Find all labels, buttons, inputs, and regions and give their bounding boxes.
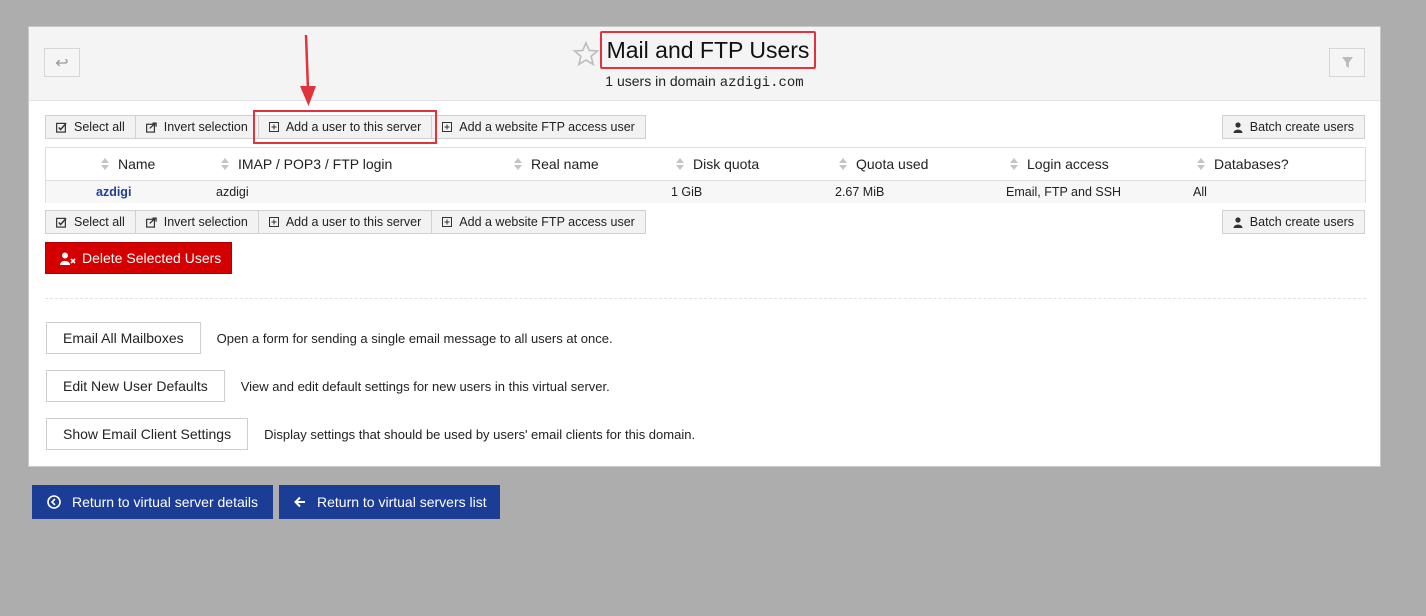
column-header-login[interactable]: IMAP / POP3 / FTP login xyxy=(221,148,392,180)
sort-icon xyxy=(221,157,229,171)
action-row-user-defaults: Edit New User Defaults View and edit def… xyxy=(46,370,610,402)
sort-icon xyxy=(1010,157,1018,171)
add-user-button[interactable]: Add a user to this server xyxy=(257,210,433,234)
email-all-mailboxes-button[interactable]: Email All Mailboxes xyxy=(46,322,201,354)
show-email-client-settings-description: Display settings that should be used by … xyxy=(264,426,696,442)
batch-wrapper-top: Batch create users xyxy=(1221,115,1365,139)
column-header-databases[interactable]: Databases? xyxy=(1197,148,1289,180)
column-header-real-name[interactable]: Real name xyxy=(514,148,599,180)
arrow-left-icon xyxy=(294,496,306,508)
user-icon xyxy=(1233,216,1243,228)
show-email-client-settings-button[interactable]: Show Email Client Settings xyxy=(46,418,249,450)
subtitle-domain: azdigi.com xyxy=(719,75,804,91)
email-all-mailboxes-description: Open a form for sending a single email m… xyxy=(216,330,613,346)
batch-create-label: Batch create users xyxy=(1249,215,1354,229)
select-all-button[interactable]: Select all xyxy=(45,115,136,139)
page-subtitle: 1 users in domain azdigi.com xyxy=(29,73,1380,91)
return-to-servers-list-label: Return to virtual servers list xyxy=(317,494,487,510)
return-to-server-details-button[interactable]: Return to virtual server details xyxy=(32,485,273,519)
cell-databases: All xyxy=(1193,185,1207,199)
sort-icon xyxy=(839,157,847,171)
invert-selection-button[interactable]: Invert selection xyxy=(134,210,259,234)
batch-create-button[interactable]: Batch create users xyxy=(1221,115,1365,139)
table-row[interactable]: azdigi azdigi 1 GiB 2.67 MiB Email, FTP … xyxy=(46,181,1365,203)
user-icon xyxy=(1233,121,1243,133)
invert-selection-label: Invert selection xyxy=(163,120,248,134)
add-ftp-user-label: Add a website FTP access user xyxy=(459,120,635,134)
plus-square-icon xyxy=(268,217,279,227)
batch-create-label: Batch create users xyxy=(1249,120,1354,134)
plus-square-icon xyxy=(268,122,279,132)
page-title: Mail and FTP Users xyxy=(606,36,810,63)
column-header-name[interactable]: Name xyxy=(101,148,155,180)
filter-button[interactable] xyxy=(1329,48,1365,77)
annotation-arrow-icon xyxy=(300,34,316,106)
main-panel: ↩ Mail and FTP Users 1 users in domain a… xyxy=(28,26,1381,467)
invert-selection-label: Invert selection xyxy=(163,215,248,229)
user-delete-icon xyxy=(60,252,76,265)
sort-icon xyxy=(514,157,522,171)
add-ftp-user-button[interactable]: Add a website FTP access user xyxy=(431,115,646,139)
circle-arrow-left-icon xyxy=(47,495,61,509)
section-divider xyxy=(45,298,1366,299)
action-row-client-settings: Show Email Client Settings Display setti… xyxy=(46,418,695,450)
edit-new-user-defaults-description: View and edit default settings for new u… xyxy=(240,378,610,394)
title-highlight-box: Mail and FTP Users xyxy=(600,31,816,69)
batch-create-button[interactable]: Batch create users xyxy=(1221,210,1365,234)
delete-selected-users-button[interactable]: Delete Selected Users xyxy=(45,242,232,274)
return-arrow-icon: ↩ xyxy=(55,54,69,72)
column-header-login-access[interactable]: Login access xyxy=(1010,148,1109,180)
select-all-label: Select all xyxy=(74,215,125,229)
subtitle-text: 1 users in domain xyxy=(605,73,720,89)
share-square-icon xyxy=(145,216,157,228)
sort-icon xyxy=(1197,157,1205,171)
table-header: Name IMAP / POP3 / FTP login Real name D… xyxy=(46,148,1365,181)
panel-header: ↩ Mail and FTP Users 1 users in domain a… xyxy=(29,27,1380,101)
cell-login: azdigi xyxy=(216,185,249,199)
plus-square-icon xyxy=(442,217,453,227)
return-to-servers-list-button[interactable]: Return to virtual servers list xyxy=(279,485,500,519)
cell-disk-quota: 1 GiB xyxy=(671,185,703,199)
column-header-quota-used[interactable]: Quota used xyxy=(839,148,928,180)
cell-login-access: Email, FTP and SSH xyxy=(1006,185,1122,199)
batch-wrapper-bottom: Batch create users xyxy=(1221,210,1365,234)
sort-icon xyxy=(676,157,684,171)
sort-icon xyxy=(101,157,109,171)
add-ftp-user-label: Add a website FTP access user xyxy=(459,215,635,229)
star-icon[interactable] xyxy=(572,40,600,68)
share-square-icon xyxy=(145,121,157,133)
add-user-button[interactable]: Add a user to this server xyxy=(252,110,438,144)
check-square-icon xyxy=(56,122,67,133)
cell-quota-used: 2.67 MiB xyxy=(835,185,885,199)
action-row-email-all: Email All Mailboxes Open a form for send… xyxy=(46,322,613,354)
top-toolbar: Select all Invert selection Add a user t… xyxy=(45,110,646,144)
filter-icon xyxy=(1341,57,1353,68)
add-user-label: Add a user to this server xyxy=(285,120,422,134)
add-user-label: Add a user to this server xyxy=(285,215,422,229)
invert-selection-button[interactable]: Invert selection xyxy=(134,115,259,139)
column-header-disk-quota[interactable]: Disk quota xyxy=(676,148,759,180)
check-square-icon xyxy=(56,217,67,228)
users-table: Name IMAP / POP3 / FTP login Real name D… xyxy=(45,147,1366,203)
user-name-link[interactable]: azdigi xyxy=(96,181,131,203)
return-to-server-details-label: Return to virtual server details xyxy=(72,494,258,510)
select-all-label: Select all xyxy=(74,120,125,134)
plus-square-icon xyxy=(442,122,453,132)
edit-new-user-defaults-button[interactable]: Edit New User Defaults xyxy=(46,370,225,402)
add-ftp-user-button[interactable]: Add a website FTP access user xyxy=(431,210,646,234)
bottom-toolbar: Select all Invert selection Add a user t… xyxy=(45,210,646,234)
select-all-button[interactable]: Select all xyxy=(45,210,136,234)
delete-selected-users-label: Delete Selected Users xyxy=(82,250,222,266)
